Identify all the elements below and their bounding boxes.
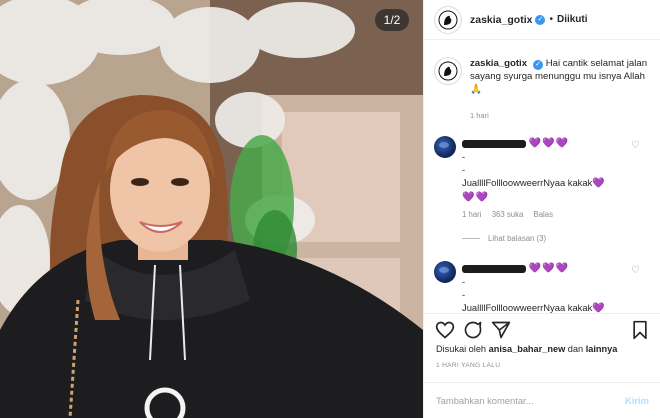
profile-logo-icon xyxy=(438,10,458,29)
comment-likes[interactable]: 363 suka xyxy=(492,210,524,219)
comment-icon[interactable] xyxy=(463,320,483,340)
liked-by-user[interactable]: anisa_bahar_new xyxy=(489,344,566,354)
comment-body: 💜💜💜 - - JuallllFollloowweerrNyaa kakak💜 … xyxy=(462,136,632,204)
post-photo[interactable]: 1/2 xyxy=(0,0,423,418)
action-bar xyxy=(424,313,660,345)
comment-line: - xyxy=(462,276,466,287)
like-comment-heart-icon[interactable]: ♡ xyxy=(631,265,640,276)
instagram-post-window: 1/2 zaskia_gotix ✓ • Diikuti zaskia_goti… xyxy=(0,0,660,418)
verified-badge-icon: ✓ xyxy=(535,14,546,25)
comment-meta: 1 hari 363 suka Balas xyxy=(462,210,561,219)
comment-composer: Kirim xyxy=(424,382,660,418)
send-button[interactable]: Kirim xyxy=(625,395,649,406)
heart-emojis: 💜💜💜 xyxy=(528,263,569,274)
verified-badge-icon: ✓ xyxy=(533,60,544,70)
bookmark-icon[interactable] xyxy=(631,320,649,340)
comment-body: 💜💜💜 - - JuallllFollloowweerrNyaa kakak💜 xyxy=(462,261,632,313)
caption-username[interactable]: zaskia_gotix xyxy=(470,58,527,69)
like-comment-heart-icon[interactable]: ♡ xyxy=(631,140,640,151)
heart-emoji: 💜 xyxy=(592,178,606,189)
caption-text-block: zaskia_gotix ✓ Hai cantik selamat jalan s… xyxy=(470,57,649,96)
comment-line: JuallllFollloowweerrNyaa kakak xyxy=(462,302,593,313)
header-username[interactable]: zaskia_gotix xyxy=(470,14,532,26)
heart-emoji: 💜 xyxy=(592,303,606,313)
view-replies-label: Lihat balasan (3) xyxy=(488,234,547,243)
comment: 💜💜💜 - - JuallllFollloowweerrNyaa kakak💜 … xyxy=(434,261,654,313)
post-image-illustration xyxy=(0,0,423,418)
comment-line: JuallllFollloowweerrNyaa kakak xyxy=(462,177,593,188)
profile-logo-icon xyxy=(438,61,458,81)
post-sidebar: zaskia_gotix ✓ • Diikuti zaskia_gotix ✓ H… xyxy=(423,0,660,418)
heart-icon[interactable] xyxy=(435,320,455,340)
avatar[interactable] xyxy=(434,5,462,34)
replies-line xyxy=(462,238,480,239)
redacted-username xyxy=(462,139,526,148)
commenter-avatar[interactable] xyxy=(434,136,456,158)
comment-input[interactable] xyxy=(436,395,626,406)
post-caption: zaskia_gotix ✓ Hai cantik selamat jalan s… xyxy=(434,57,649,96)
reply-button[interactable]: Balas xyxy=(534,210,554,219)
liked-by-text: Disukai oleh anisa_bahar_new dan lainnya xyxy=(436,344,617,354)
post-timestamp[interactable]: 1 HARI YANG LALU xyxy=(436,362,500,369)
image-counter-badge: 1/2 xyxy=(375,9,409,31)
comment-line: - xyxy=(462,289,466,300)
view-replies-button[interactable]: Lihat balasan (3) xyxy=(462,234,546,243)
post-header: zaskia_gotix ✓ • Diikuti xyxy=(424,0,660,40)
caption-time[interactable]: 1 hari xyxy=(470,111,489,120)
comment-line: - xyxy=(462,151,466,162)
heart-emojis: 💜💜 xyxy=(462,192,489,203)
liked-by-prefix: Disukai oleh xyxy=(436,344,487,354)
caption-avatar[interactable] xyxy=(434,57,462,85)
comment: 💜💜💜 - - JuallllFollloowweerrNyaa kakak💜 … xyxy=(434,136,654,246)
comment-time[interactable]: 1 hari xyxy=(462,210,482,219)
share-icon[interactable] xyxy=(491,320,511,340)
heart-emojis: 💜💜💜 xyxy=(528,138,569,149)
header-separator: • xyxy=(549,14,553,25)
liked-by-others[interactable]: lainnya xyxy=(586,344,618,354)
following-button[interactable]: Diikuti xyxy=(557,14,588,25)
liked-by-suffix: dan xyxy=(567,344,584,354)
commenter-avatar[interactable] xyxy=(434,261,456,283)
redacted-username xyxy=(462,264,526,273)
comment-line: - xyxy=(462,164,466,175)
